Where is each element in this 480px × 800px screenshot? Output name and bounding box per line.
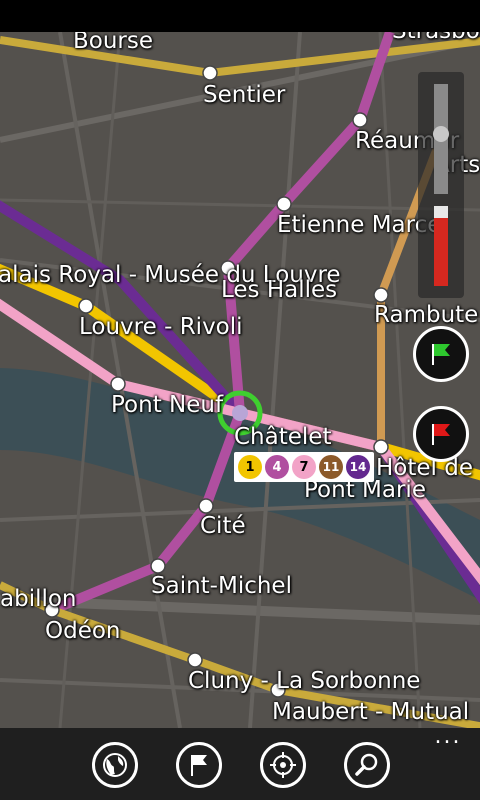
chatelet-line-badges: 1 4 7 11 14 [234,452,374,482]
zoom-level-bar [434,206,448,286]
zoom-handle[interactable] [433,125,449,142]
search-button[interactable] [344,742,390,788]
station-cite [198,498,214,514]
station-etienne-marcel [276,196,292,212]
red-flag-icon [432,424,450,445]
label-cite: Cité [200,513,246,539]
line-badge-1: 1 [238,455,262,479]
search-icon [355,753,378,776]
end-flag-button[interactable] [413,406,469,462]
label-strasbourg: Strasbo [392,32,480,44]
green-flag-icon [432,344,450,365]
line-badge-7: 7 [292,455,316,479]
label-cluny: Cluny - La Sorbonne [188,668,421,694]
line-badge-11: 11 [319,455,343,479]
label-odeon: Odéon [45,618,121,644]
status-bar [0,0,480,32]
line-badge-14: 14 [346,455,370,479]
line-badge-4: 4 [265,455,289,479]
zoom-level-marker [434,206,448,218]
label-chatelet[interactable]: Châtelet [234,424,331,450]
metro-map[interactable]: Bourse Strasbo Sentier Réaumur Arts Etie… [0,32,480,728]
globe-icon [103,753,127,777]
label-maubert: Maubert - Mutual [272,699,470,725]
flag-button[interactable] [176,742,222,788]
station-cluny [187,652,203,668]
label-rambuteau: Rambute [374,302,479,328]
locate-icon [270,752,296,778]
label-mabillon: abillon [0,586,77,612]
station-reaumur [352,112,368,128]
locate-button[interactable] [260,742,306,788]
station-sentier [202,65,218,81]
start-flag-button[interactable] [413,326,469,382]
station-pont-neuf [110,376,126,392]
label-les-halles: Les Halles [221,277,338,303]
zoom-slider[interactable] [418,72,464,298]
station-louvre-rivoli [78,298,94,314]
globe-button[interactable] [92,742,138,788]
label-pont-neuf: Pont Neuf [111,392,224,418]
station-chatelet[interactable] [232,405,248,421]
label-saint-michel: Saint-Michel [151,573,292,599]
label-sentier: Sentier [203,82,286,108]
label-bourse: Bourse [73,32,154,54]
station-rambuteau [373,287,389,303]
station-hotel-de-ville [373,439,389,455]
more-options-button[interactable]: ... [432,726,464,750]
label-louvre-rivoli: Louvre - Rivoli [79,314,243,340]
app-bar: ... [0,726,480,800]
station-saint-michel [150,558,166,574]
flag-icon [191,755,207,776]
